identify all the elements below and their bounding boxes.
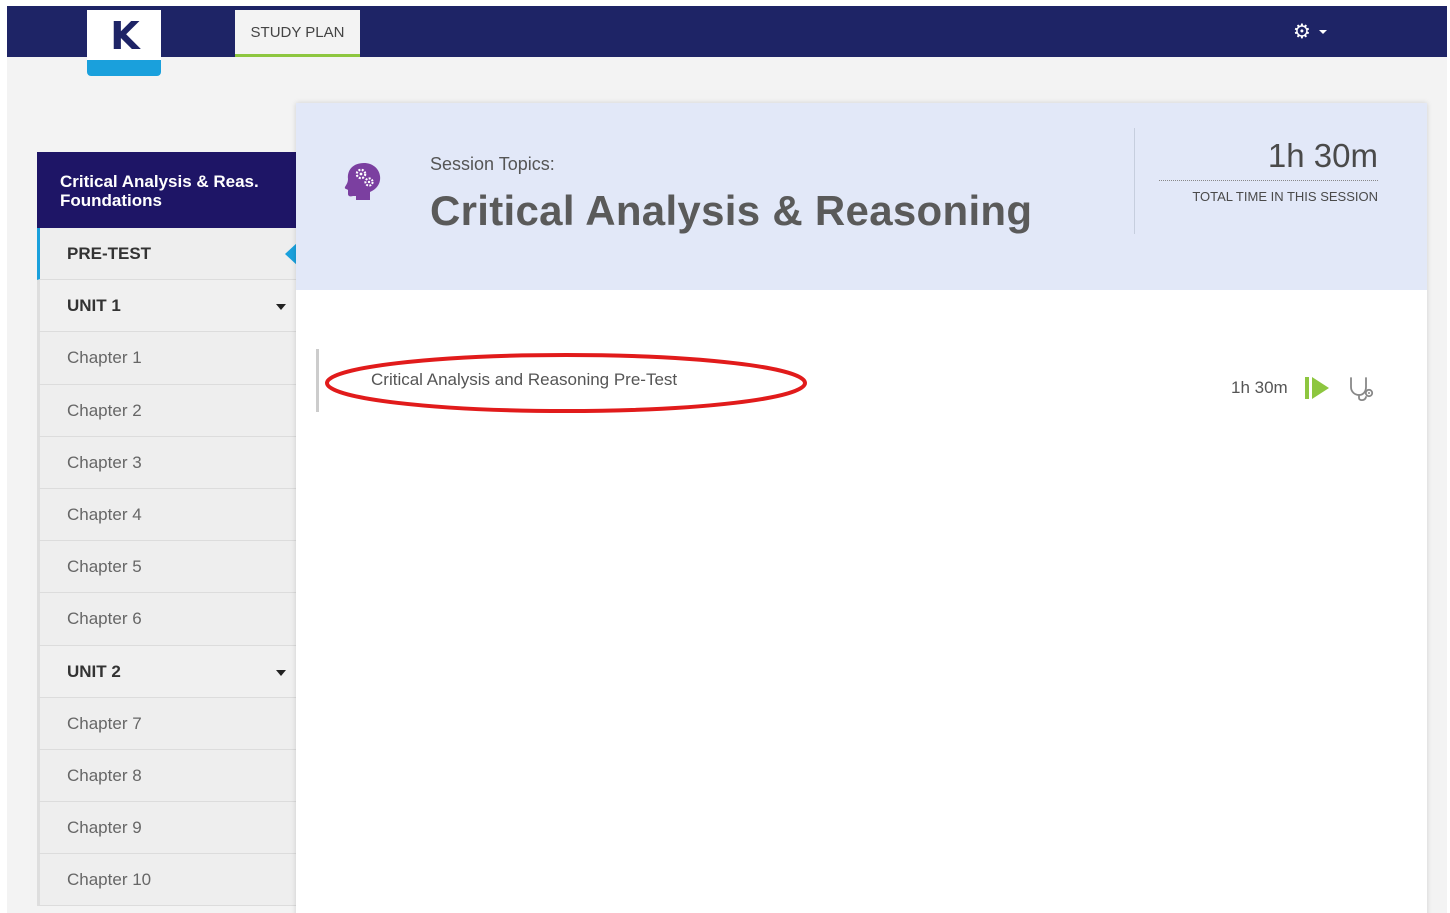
sidebar-item-chapter-5[interactable]: Chapter 5 — [37, 541, 298, 594]
sidebar-item-chapter-10[interactable]: Chapter 10 — [37, 854, 298, 907]
task-duration: 1h 30m — [1231, 378, 1288, 397]
top-nav-bar: K STUDY PLAN ⚙ — [7, 6, 1447, 76]
sidebar-item-pre-test[interactable]: PRE-TEST — [37, 228, 298, 281]
sidebar-item-label: UNIT 2 — [67, 661, 121, 681]
sidebar-item-label: UNIT 1 — [67, 296, 121, 316]
sidebar-item-label: Chapter 10 — [67, 870, 152, 890]
settings-menu-button[interactable]: ⚙ — [1293, 21, 1327, 43]
caret-down-icon — [276, 669, 286, 676]
chevron-down-icon — [1318, 30, 1327, 34]
total-time-label: TOTAL TIME IN THIS SESSION — [1192, 189, 1378, 204]
caret-down-icon — [276, 304, 286, 311]
course-title-line1: Critical Analysis & Reas. — [60, 172, 259, 191]
logo-accent-bar — [87, 60, 161, 76]
sidebar-item-label: Chapter 4 — [67, 504, 142, 524]
header-divider — [1134, 128, 1135, 234]
task-name-link[interactable]: Critical Analysis and Reasoning Pre-Test — [371, 370, 677, 390]
sidebar-item-label: Chapter 2 — [67, 400, 142, 420]
tab-study-plan[interactable]: STUDY PLAN — [235, 10, 360, 57]
course-title-line2: Foundations — [60, 191, 162, 210]
sidebar-item-chapter-9[interactable]: Chapter 9 — [37, 802, 298, 855]
sidebar-item-label: Chapter 9 — [67, 818, 142, 838]
sidebar-item-unit-2[interactable]: UNIT 2 — [37, 645, 298, 698]
sidebar-item-label: Chapter 1 — [67, 348, 142, 368]
sidebar-item-chapter-2[interactable]: Chapter 2 — [37, 384, 298, 437]
sidebar-item-chapter-8[interactable]: Chapter 8 — [37, 749, 298, 803]
sidebar: Critical Analysis & Reas. Foundations PR… — [37, 152, 298, 907]
brain-gears-icon — [344, 163, 381, 200]
play-icon[interactable] — [1305, 377, 1331, 399]
sidebar-item-chapter-1[interactable]: Chapter 1 — [37, 332, 298, 385]
course-title: Critical Analysis & Reas. Foundations — [37, 152, 298, 228]
task-row[interactable]: Critical Analysis and Reasoning Pre-Test… — [316, 349, 1386, 412]
gear-icon: ⚙ — [1293, 21, 1311, 43]
total-time-value: 1h 30m — [1159, 135, 1378, 181]
app-window: K STUDY PLAN ⚙ Critical Analysis & Reas.… — [7, 6, 1447, 913]
session-panel: Session Topics: Critical Analysis & Reas… — [296, 103, 1427, 913]
session-header: Session Topics: Critical Analysis & Reas… — [296, 103, 1427, 290]
session-topics-label: Session Topics: — [430, 154, 555, 174]
sidebar-item-label: Chapter 5 — [67, 557, 142, 577]
sidebar-item-chapter-3[interactable]: Chapter 3 — [37, 436, 298, 489]
kaplan-logo[interactable]: K — [87, 10, 161, 76]
logo-letter: K — [110, 14, 139, 58]
sidebar-item-label: Chapter 6 — [67, 609, 142, 629]
stethoscope-icon[interactable] — [1347, 375, 1375, 403]
sidebar-item-label: Chapter 8 — [67, 765, 142, 785]
sidebar-item-label: PRE-TEST — [67, 244, 152, 263]
sidebar-item-chapter-4[interactable]: Chapter 4 — [37, 488, 298, 542]
sidebar-item-label: Chapter 7 — [67, 713, 142, 733]
sidebar-item-label: Chapter 3 — [67, 452, 142, 472]
sidebar-item-chapter-7[interactable]: Chapter 7 — [37, 697, 298, 750]
page-title: Critical Analysis & Reasoning — [430, 187, 1033, 234]
sidebar-item-unit-1[interactable]: UNIT 1 — [37, 280, 298, 333]
sidebar-item-chapter-6[interactable]: Chapter 6 — [37, 593, 298, 646]
